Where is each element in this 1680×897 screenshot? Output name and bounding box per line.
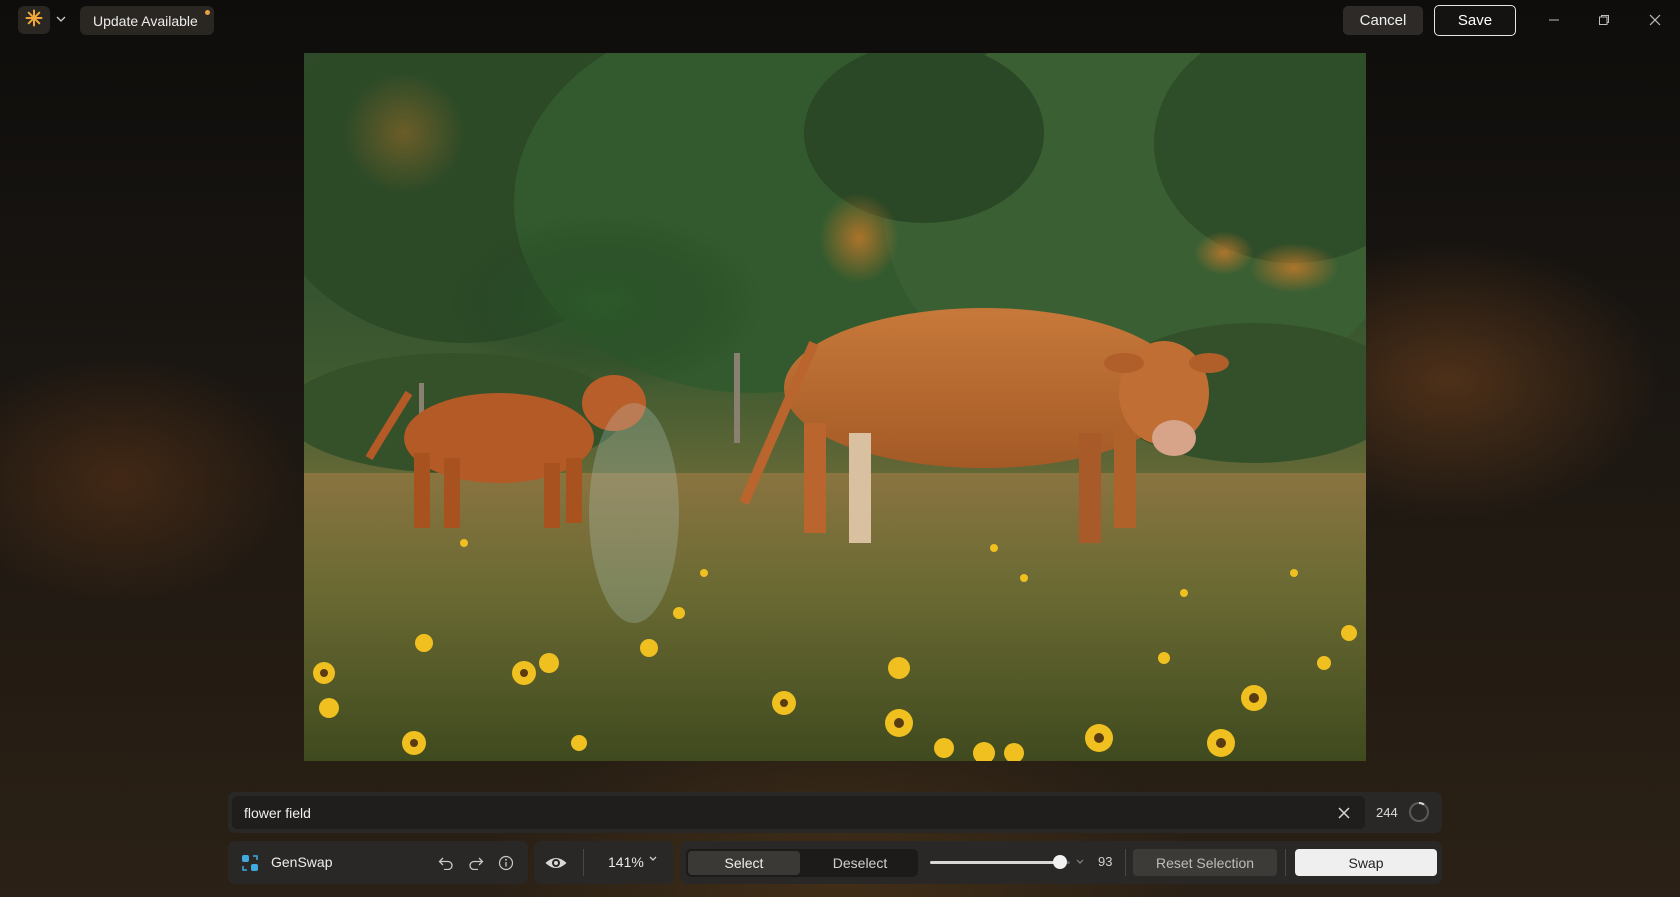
undo-icon[interactable] xyxy=(435,852,457,874)
tool-label: GenSwap xyxy=(271,854,333,870)
divider xyxy=(583,849,584,876)
deselect-button[interactable]: Deselect xyxy=(804,851,916,875)
tool-group-genswap: GenSwap xyxy=(228,841,528,884)
genswap-icon xyxy=(242,855,258,871)
redo-icon[interactable] xyxy=(465,852,487,874)
prompt-bar: 244 xyxy=(228,792,1442,833)
app-menu-button[interactable] xyxy=(18,6,50,34)
select-button[interactable]: Select xyxy=(688,851,800,875)
prompt-input[interactable] xyxy=(232,796,1365,829)
brush-size-slider-thumb[interactable] xyxy=(1053,855,1067,869)
divider xyxy=(1285,849,1286,876)
zoom-level[interactable]: 141% xyxy=(608,854,644,870)
minimize-icon[interactable] xyxy=(1544,10,1564,30)
title-bar: Update Available Cancel Save xyxy=(0,0,1680,42)
tool-group-view: 141% xyxy=(534,841,674,884)
image-canvas[interactable] xyxy=(304,53,1366,761)
brush-size-value: 93 xyxy=(1098,854,1113,869)
info-icon[interactable] xyxy=(495,852,517,874)
tool-group-selection: Select Deselect 93 Reset Selection Swap xyxy=(680,841,1442,884)
swap-button[interactable]: Swap xyxy=(1295,849,1437,876)
selection-mode-toggle: Select Deselect xyxy=(686,849,918,877)
divider xyxy=(1125,849,1126,876)
reset-selection-button[interactable]: Reset Selection xyxy=(1133,849,1277,876)
restore-icon[interactable] xyxy=(1594,10,1614,30)
sun-burst-icon xyxy=(25,9,43,32)
save-button[interactable]: Save xyxy=(1434,5,1516,36)
clear-icon[interactable] xyxy=(1333,802,1355,824)
brush-size-slider-track[interactable] xyxy=(930,861,1060,864)
update-available-button[interactable]: Update Available xyxy=(80,6,214,35)
update-label: Update Available xyxy=(93,12,198,29)
chevron-down-icon[interactable] xyxy=(54,10,68,28)
chevron-down-icon[interactable] xyxy=(1075,856,1085,866)
close-icon[interactable] xyxy=(1645,10,1665,30)
photo-content xyxy=(304,53,1366,761)
notification-dot xyxy=(205,10,210,15)
eye-icon[interactable] xyxy=(544,852,568,874)
chevron-down-icon[interactable] xyxy=(648,855,658,863)
character-count: 244 xyxy=(1376,805,1398,820)
character-limit-ring-icon xyxy=(1409,801,1429,822)
cancel-button[interactable]: Cancel xyxy=(1343,6,1423,35)
